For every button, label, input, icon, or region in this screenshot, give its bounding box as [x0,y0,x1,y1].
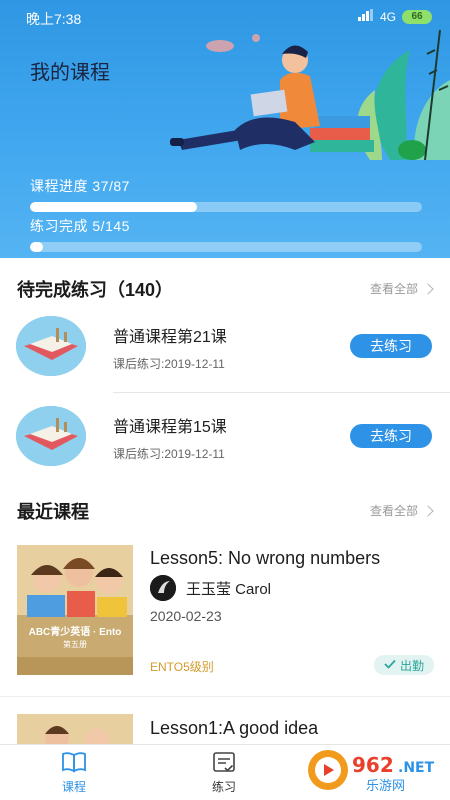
student-reading-illustration [170,29,450,161]
teacher-name: 王玉莹 Carol [186,580,272,598]
teacher-info: 王玉莹 Carol [150,575,271,601]
avatar [150,575,176,601]
book-thumbnail-icon [16,316,86,376]
site-watermark-logo: 962 .NET 乐游网 [306,746,444,796]
svg-text:乐游网: 乐游网 [366,779,405,794]
go-practice-button[interactable]: 去练习 [350,424,432,448]
pending-section-title: 待完成练习（140） [17,280,174,300]
recent-see-all-link[interactable]: 查看全部 [369,502,434,519]
list-item[interactable]: 普通课程第21课 课后练习:2019-12-11 去练习 [0,303,450,393]
recent-section-title: 最近课程 [17,502,89,522]
page-title: 我的课程 [30,62,110,84]
course-cover-image: ABC青少英语 · Ento 第五册 [17,545,133,675]
status-time: 晚上7:38 [26,11,82,27]
course-progress: 课程进度 37/87 [30,176,422,212]
pending-see-all-link[interactable]: 查看全部 [369,280,434,297]
exercise-date: 课后练习:2019-12-11 [113,357,225,371]
tab-courses[interactable]: 课程 [44,751,104,795]
see-all-label: 查看全部 [369,504,418,518]
exercise-progress-label: 练习完成 5/145 [30,218,130,234]
cover-subtitle: 第五册 [63,640,87,649]
svg-text:962: 962 [352,753,394,777]
course-card[interactable]: ABC青少英语 · Ento 第五册 Lesson5: No wrong num… [0,540,450,690]
course-progress-fill [30,202,197,212]
exercise-title: 普通课程第15课 [113,419,227,436]
course-level: ENTO5级别 [150,660,214,674]
course-card[interactable]: Lesson1:A good idea [0,700,450,744]
course-title: Lesson1:A good idea [150,718,319,738]
book-thumbnail-icon [16,406,86,466]
course-cover-image [17,714,133,744]
exercise-progress: 练习完成 5/145 [30,216,422,252]
cover-title: ABC青少英语 · Ento [28,627,122,638]
list-item[interactable]: 普通课程第15课 课后练习:2019-12-11 去练习 [0,393,450,483]
course-progress-track [30,202,422,212]
tab-exercises[interactable]: 练习 [194,751,254,795]
go-practice-button[interactable]: 去练习 [350,334,432,358]
exercise-title: 普通课程第21课 [113,329,227,346]
see-all-label: 查看全部 [369,282,418,296]
attendance-badge: 出勤 [374,655,434,675]
exercise-progress-track [30,242,422,252]
course-header: 晚上7:38 4G 66 我的课程 课程进度 37/87 练习完成 5/145 [0,0,450,258]
chevron-right-icon [422,282,434,295]
recent-section-header: 最近课程 查看全部 [0,490,450,530]
tab-label: 练习 [211,780,236,794]
course-progress-label: 课程进度 37/87 [30,178,130,194]
exercise-progress-fill [30,242,44,252]
checklist-icon [211,751,237,775]
divider [0,696,450,697]
course-title: Lesson5: No wrong numbers [150,548,381,568]
tab-label: 课程 [61,780,86,794]
chevron-right-icon [422,504,434,517]
attendance-label: 出勤 [399,658,424,673]
pending-section-header: 待完成练习（140） 查看全部 [0,268,450,308]
check-icon [384,658,396,672]
exercise-date: 课后练习:2019-12-11 [113,447,225,461]
course-date: 2020-02-23 [150,608,222,624]
svg-text:.NET: .NET [398,760,435,776]
open-book-icon [61,751,87,775]
